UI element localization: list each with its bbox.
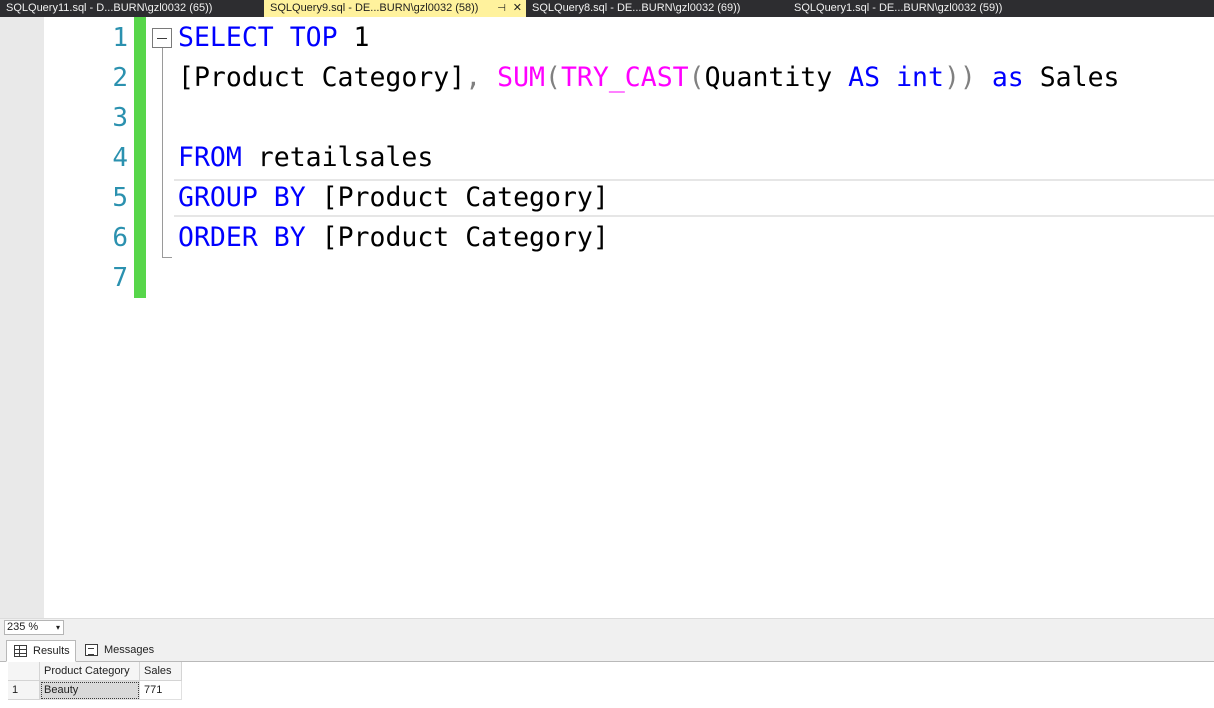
tab-messages[interactable]: Messages bbox=[78, 640, 156, 662]
tab-label: SQLQuery8.sql - DE...BURN\gzl0032 (69)) bbox=[532, 2, 741, 14]
sql-function: TRY_CAST bbox=[560, 62, 689, 93]
sql-text: 1 bbox=[337, 22, 370, 53]
sql-text: retailsales bbox=[241, 142, 434, 173]
line-number: 1 bbox=[112, 23, 128, 53]
sql-keyword: FROM bbox=[178, 142, 242, 173]
column-header-sales[interactable]: Sales bbox=[140, 662, 182, 681]
line-number: 2 bbox=[112, 63, 128, 93]
document-tab-strip: SQLQuery11.sql - D...BURN\gzl0032 (65)) … bbox=[0, 0, 1214, 17]
line-number-gutter: 1 2 3 4 5 6 7 bbox=[44, 17, 130, 618]
code-line-6[interactable]: ORDER BY [Product Category] bbox=[178, 218, 609, 258]
grid-icon bbox=[14, 645, 27, 657]
line-number: 5 bbox=[112, 183, 128, 213]
row-number-header bbox=[8, 662, 40, 681]
tab-sqlquery8[interactable]: SQLQuery8.sql - DE...BURN\gzl0032 (69)) bbox=[526, 0, 788, 17]
tab-sqlquery1[interactable]: SQLQuery1.sql - DE...BURN\gzl0032 (59)) bbox=[788, 0, 1050, 17]
sql-punctuation: )) bbox=[943, 62, 976, 93]
code-line-5[interactable]: GROUP BY [Product Category] bbox=[178, 178, 609, 218]
cell-product-category[interactable]: Beauty bbox=[40, 681, 140, 700]
tab-label: SQLQuery1.sql - DE...BURN\gzl0032 (59)) bbox=[794, 2, 1003, 14]
code-line-2[interactable]: [Product Category], SUM(TRY_CAST(Quantit… bbox=[178, 58, 1119, 98]
sql-text: [Product Category] bbox=[305, 182, 609, 213]
zoom-value: 235 % bbox=[7, 621, 39, 633]
chevron-down-icon: ▾ bbox=[55, 623, 60, 632]
line-number: 4 bbox=[112, 143, 128, 173]
messages-icon bbox=[85, 644, 98, 656]
sql-text: [Product Category] bbox=[178, 62, 466, 93]
sql-keyword: GROUP bbox=[178, 182, 258, 213]
tab-label: SQLQuery9.sql - DE...BURN\gzl0032 (58)) bbox=[270, 2, 479, 14]
collapse-toggle-icon[interactable] bbox=[152, 28, 172, 48]
sql-keyword: TOP bbox=[289, 22, 338, 53]
line-number: 7 bbox=[112, 263, 128, 293]
close-icon[interactable]: ✕ bbox=[513, 0, 522, 17]
sql-keyword: as bbox=[991, 62, 1024, 93]
sql-text: [Product Category] bbox=[305, 222, 609, 253]
sql-text: Sales bbox=[1023, 62, 1120, 93]
line-number: 3 bbox=[112, 103, 128, 133]
outline-guide bbox=[162, 48, 163, 258]
sql-keyword: SELECT bbox=[178, 22, 274, 53]
sql-keyword: int bbox=[896, 62, 944, 93]
tab-label: SQLQuery11.sql - D...BURN\gzl0032 (65)) bbox=[6, 2, 213, 14]
column-header-product-category[interactable]: Product Category bbox=[40, 662, 140, 681]
line-number: 6 bbox=[112, 223, 128, 253]
sql-keyword: BY bbox=[273, 222, 306, 253]
tab-strip-filler bbox=[1050, 0, 1214, 17]
tab-results[interactable]: Results bbox=[6, 640, 76, 662]
editor-status-row: 235 % ▾ bbox=[0, 618, 1214, 636]
cell-sales[interactable]: 771 bbox=[140, 681, 182, 700]
sql-keyword: AS bbox=[848, 62, 881, 93]
outline-guide-end bbox=[162, 257, 172, 258]
query-editor[interactable]: 1 2 3 4 5 6 7 SELECT TOP 1 [Product Cate… bbox=[0, 17, 1214, 618]
tab-results-label: Results bbox=[33, 645, 70, 657]
tab-sqlquery9[interactable]: SQLQuery9.sql - DE...BURN\gzl0032 (58)) … bbox=[264, 0, 526, 17]
tab-messages-label: Messages bbox=[104, 644, 155, 656]
sql-punctuation: ( bbox=[545, 62, 561, 93]
editor-margin bbox=[0, 17, 44, 618]
results-tab-strip: Results Messages bbox=[0, 636, 1214, 662]
sql-keyword: ORDER bbox=[178, 222, 258, 253]
zoom-dropdown[interactable]: 235 % ▾ bbox=[4, 620, 64, 635]
sql-punctuation: ( bbox=[688, 62, 705, 93]
results-pane: Results Messages Product Category Sales … bbox=[0, 636, 1214, 708]
pin-icon[interactable]: ⊣ bbox=[497, 0, 506, 17]
code-line-4[interactable]: FROM retailsales bbox=[178, 138, 433, 178]
sql-text: Quantity bbox=[704, 62, 849, 93]
sql-function: SUM bbox=[497, 62, 545, 93]
code-line-1[interactable]: SELECT TOP 1 bbox=[178, 18, 370, 58]
sql-keyword: BY bbox=[273, 182, 306, 213]
change-tracking-bar bbox=[134, 17, 146, 298]
sql-punctuation: , bbox=[465, 62, 482, 93]
tab-sqlquery11[interactable]: SQLQuery11.sql - D...BURN\gzl0032 (65)) bbox=[0, 0, 264, 17]
row-number[interactable]: 1 bbox=[8, 681, 40, 700]
